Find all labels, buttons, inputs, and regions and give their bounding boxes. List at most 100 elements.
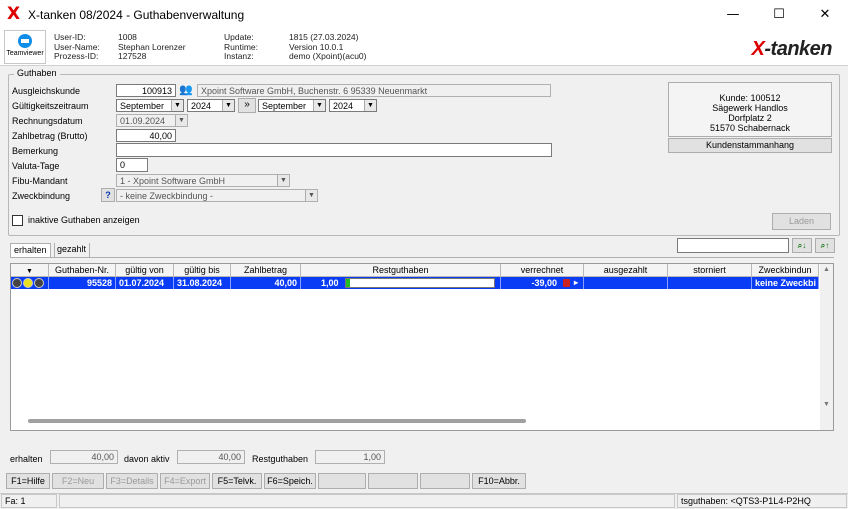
- brand-logo: X-tanken: [751, 38, 833, 60]
- kunde-adresse-field: Xpoint Software GmbH, Buchenstr. 6 95339…: [197, 84, 551, 97]
- aktiv-field: 40,00: [177, 450, 245, 464]
- rest-label: Restguthaben: [252, 454, 309, 464]
- f1-help-button[interactable]: F1=Hilfe: [6, 473, 50, 489]
- kunde-ort: 51570 Schabernack: [709, 123, 791, 133]
- chevron-down-icon: ▼: [305, 190, 317, 201]
- status-right: tsguthaben: <QTS3-P1L4-P2HQ: [677, 494, 847, 508]
- laden-button[interactable]: Laden: [772, 213, 831, 230]
- cell-von: 01.07.2024: [116, 277, 174, 289]
- tab-gezahlt[interactable]: gezahlt: [54, 243, 91, 258]
- rest-value: 1,00: [321, 278, 339, 288]
- f5-telvk-button[interactable]: F5=Telvk.: [212, 473, 262, 489]
- ausgleichskunde-label: Ausgleichskunde: [12, 86, 81, 96]
- minimize-button[interactable]: —: [710, 0, 756, 29]
- chevron-down-icon: ▼: [222, 100, 234, 111]
- erhalten-label: erhalten: [10, 454, 43, 464]
- chevron-down-icon: ▼: [364, 100, 376, 111]
- close-button[interactable]: ✕: [802, 0, 848, 29]
- double-chevron-right-icon: »: [244, 99, 250, 110]
- col-header-ausgezahlt[interactable]: ausgezahlt: [584, 264, 668, 277]
- col-header-rest[interactable]: Restguthaben: [301, 264, 501, 277]
- chevron-down-icon: ▼: [175, 115, 187, 126]
- col-header-von[interactable]: gültig von: [116, 264, 174, 277]
- kunde-name: Sägewerk Handlos: [712, 103, 788, 113]
- arrow-right-icon: ▸: [573, 278, 578, 287]
- f7-empty-button[interactable]: [318, 473, 366, 489]
- kunde-nr: Kunde: 100512: [719, 93, 781, 103]
- bemerkung-label: Bemerkung: [12, 146, 59, 156]
- von-jahr-select[interactable]: 2024 ▼: [187, 99, 235, 112]
- sort-column-header[interactable]: ▼: [11, 264, 49, 277]
- horizontal-scrollbar-thumb[interactable]: [28, 419, 526, 423]
- cell-zweck: keine Zweckbi: [752, 277, 819, 289]
- col-header-storniert[interactable]: storniert: [668, 264, 752, 277]
- table-row[interactable]: 95528 01.07.2024 31.08.2024 40,00 1,00 -…: [11, 277, 819, 289]
- col-header-zahlbetrag[interactable]: Zahlbetrag: [231, 264, 301, 277]
- zahlbetrag-label: Zahlbetrag (Brutto): [12, 131, 88, 141]
- rest-field: 1,00: [315, 450, 385, 464]
- kunde-strasse: Dorfplatz 2: [728, 113, 772, 123]
- bemerkung-input[interactable]: [116, 143, 552, 157]
- f10-cancel-button[interactable]: F10=Abbr.: [472, 473, 526, 489]
- chevron-down-icon: ▼: [277, 175, 289, 186]
- gueltigkeit-label: Gültigkeitszeitraum: [12, 101, 89, 111]
- zweck-help-button[interactable]: ?: [101, 188, 115, 202]
- cell-nr: 95528: [49, 277, 116, 289]
- f2-new-button[interactable]: F2=Neu: [52, 473, 104, 489]
- cell-verrechnet: -39,00 ▸: [501, 277, 584, 289]
- rechnungsdatum-field[interactable]: 01.09.2024 ▼: [116, 114, 188, 127]
- rest-progress-bar: [345, 278, 495, 288]
- scroll-up-icon[interactable]: ▲: [823, 266, 830, 273]
- status-light-yellow-icon: [23, 278, 33, 288]
- status-lights: [11, 277, 49, 289]
- f6-save-button[interactable]: F6=Speich.: [264, 473, 316, 489]
- copy-period-button[interactable]: »: [238, 98, 256, 113]
- fibu-label: Fibu-Mandant: [12, 176, 68, 186]
- verrechnet-value: -39,00: [531, 278, 557, 288]
- cell-rest: 1,00: [301, 277, 501, 289]
- sort-down-icon: ▼: [26, 268, 33, 275]
- chevron-down-icon: ▼: [171, 100, 183, 111]
- zahlbetrag-input[interactable]: 40,00: [116, 129, 176, 142]
- group-title: Guthaben: [14, 68, 60, 78]
- info-values-left: 1008 Stephan Lorenzer 127528: [118, 32, 186, 61]
- fibu-select[interactable]: 1 - Xpoint Software GmbH ▼: [116, 174, 290, 187]
- maximize-button[interactable]: ☐: [756, 0, 802, 29]
- customer-search-icon[interactable]: 👥: [179, 83, 195, 98]
- col-header-bis[interactable]: gültig bis: [174, 264, 231, 277]
- col-header-nr[interactable]: Guthaben-Nr.: [49, 264, 116, 277]
- status-left: Fa: 1: [1, 494, 57, 508]
- col-header-zweck[interactable]: Zweckbindun: [752, 264, 819, 277]
- tab-erhalten[interactable]: erhalten: [10, 243, 51, 258]
- f8-empty-button[interactable]: [368, 473, 418, 489]
- zweck-select[interactable]: - keine Zweckbindung - ▼: [116, 189, 318, 202]
- valuta-input[interactable]: 0: [116, 158, 148, 172]
- scroll-down-icon[interactable]: ▼: [823, 401, 830, 408]
- info-values-right: 1815 (27.03.2024) Version 10.0.1 demo (Xpo…: [289, 32, 367, 61]
- bis-monat-select[interactable]: September ▼: [258, 99, 326, 112]
- f3-details-button[interactable]: F3=Details: [106, 473, 158, 489]
- inaktive-checkbox[interactable]: [12, 215, 23, 226]
- f9-empty-button[interactable]: [420, 473, 470, 489]
- find-up-icon[interactable]: ⌕↑: [815, 238, 835, 253]
- rechnungsdatum-label: Rechnungsdatum: [12, 116, 83, 126]
- kundenstamm-button[interactable]: Kundenstammanhang: [668, 138, 832, 153]
- zweck-label: Zweckbindung: [12, 191, 71, 201]
- f4-export-button[interactable]: F4=Export: [160, 473, 210, 489]
- col-header-verrechnet[interactable]: verrechnet: [501, 264, 584, 277]
- von-monat-select[interactable]: September ▼: [116, 99, 184, 112]
- aktiv-label: davon aktiv: [124, 454, 170, 464]
- chevron-down-icon: ▼: [313, 100, 325, 111]
- ausgleichskunde-input[interactable]: 100913: [116, 84, 176, 97]
- cell-ausgezahlt: [584, 277, 668, 289]
- status-light-green-icon: [34, 278, 44, 288]
- find-down-icon[interactable]: ⌕↓: [792, 238, 812, 253]
- bis-jahr-select[interactable]: 2024 ▼: [329, 99, 377, 112]
- search-input[interactable]: [677, 238, 789, 253]
- vertical-scrollbar[interactable]: ▲ ▼: [820, 264, 833, 430]
- teamviewer-label: Teamviewer: [6, 50, 44, 57]
- rest-progress-fill: [346, 279, 350, 287]
- guthaben-table[interactable]: ▼ Guthaben-Nr. gültig von gültig bis Zah…: [10, 263, 834, 431]
- status-light-red-icon: [12, 278, 22, 288]
- teamviewer-button[interactable]: Teamviewer: [4, 30, 46, 64]
